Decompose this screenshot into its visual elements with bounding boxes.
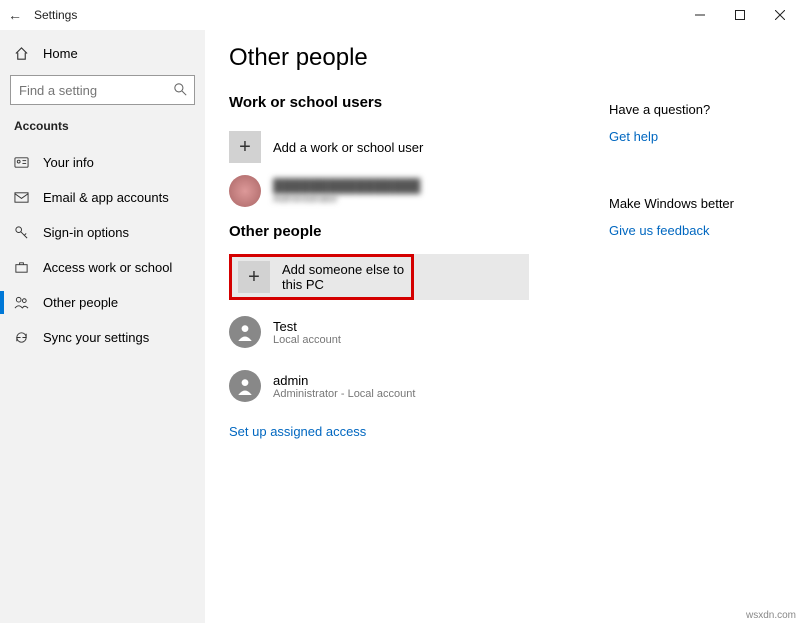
existing-work-user[interactable]: ████████████████ Administrator (229, 169, 609, 213)
user-row-test[interactable]: Test Local account (229, 310, 609, 354)
add-someone-button[interactable]: + Add someone else to this PC (229, 254, 414, 300)
back-button[interactable]: ← (8, 7, 22, 23)
nav-label: Your info (43, 155, 94, 170)
get-help-link[interactable]: Get help (609, 129, 658, 144)
avatar (229, 175, 261, 207)
work-heading: Work or school users (229, 94, 609, 111)
sidebar-item-other-people[interactable]: Other people (0, 285, 205, 320)
titlebar: ← Settings (0, 0, 800, 30)
key-icon (14, 225, 29, 240)
section-label: Accounts (0, 119, 205, 145)
add-someone-label: Add someone else to this PC (282, 262, 411, 292)
search-icon (174, 83, 187, 96)
user-role: Local account (273, 334, 341, 346)
window-title: Settings (34, 8, 77, 22)
user-role: Administrator (273, 193, 420, 205)
sidebar-item-work[interactable]: Access work or school (0, 250, 205, 285)
feedback-link[interactable]: Give us feedback (609, 223, 709, 238)
people-icon (14, 295, 29, 310)
sidebar-item-sync[interactable]: Sync your settings (0, 320, 205, 355)
briefcase-icon (14, 260, 29, 275)
page-title: Other people (229, 44, 609, 72)
sidebar-item-email[interactable]: Email & app accounts (0, 180, 205, 215)
user-row-admin[interactable]: admin Administrator - Local account (229, 364, 609, 408)
sidebar-item-your-info[interactable]: Your info (0, 145, 205, 180)
home-label: Home (43, 46, 78, 61)
plus-icon: + (229, 131, 261, 163)
sidebar-item-signin[interactable]: Sign-in options (0, 215, 205, 250)
nav-label: Email & app accounts (43, 190, 169, 205)
other-heading: Other people (229, 223, 609, 240)
aside: Have a question? Get help Make Windows b… (609, 44, 779, 623)
sidebar: Home Accounts Your info Email & app acco… (0, 30, 205, 623)
home-icon (14, 46, 29, 61)
minimize-button[interactable] (680, 0, 720, 30)
user-name: ████████████████ (273, 178, 420, 193)
avatar (229, 316, 261, 348)
user-role: Administrator - Local account (273, 388, 415, 400)
avatar (229, 370, 261, 402)
person-card-icon (14, 155, 29, 170)
close-button[interactable] (760, 0, 800, 30)
main-content: Other people Work or school users + Add … (229, 44, 609, 623)
nav-label: Sign-in options (43, 225, 129, 240)
assigned-access-link[interactable]: Set up assigned access (229, 424, 366, 439)
watermark: wsxdn.com (746, 610, 796, 621)
nav-label: Access work or school (43, 260, 172, 275)
home-button[interactable]: Home (0, 38, 205, 69)
question-heading: Have a question? (609, 102, 779, 117)
add-work-user-button[interactable]: + Add a work or school user (229, 125, 609, 169)
plus-icon: + (238, 261, 270, 293)
search-input[interactable] (10, 75, 195, 105)
sync-icon (14, 330, 29, 345)
feedback-heading: Make Windows better (609, 196, 779, 211)
user-name: Test (273, 319, 341, 334)
mail-icon (14, 190, 29, 205)
nav-label: Sync your settings (43, 330, 149, 345)
nav-label: Other people (43, 295, 118, 310)
maximize-button[interactable] (720, 0, 760, 30)
add-work-label: Add a work or school user (273, 140, 423, 155)
user-name: admin (273, 373, 415, 388)
